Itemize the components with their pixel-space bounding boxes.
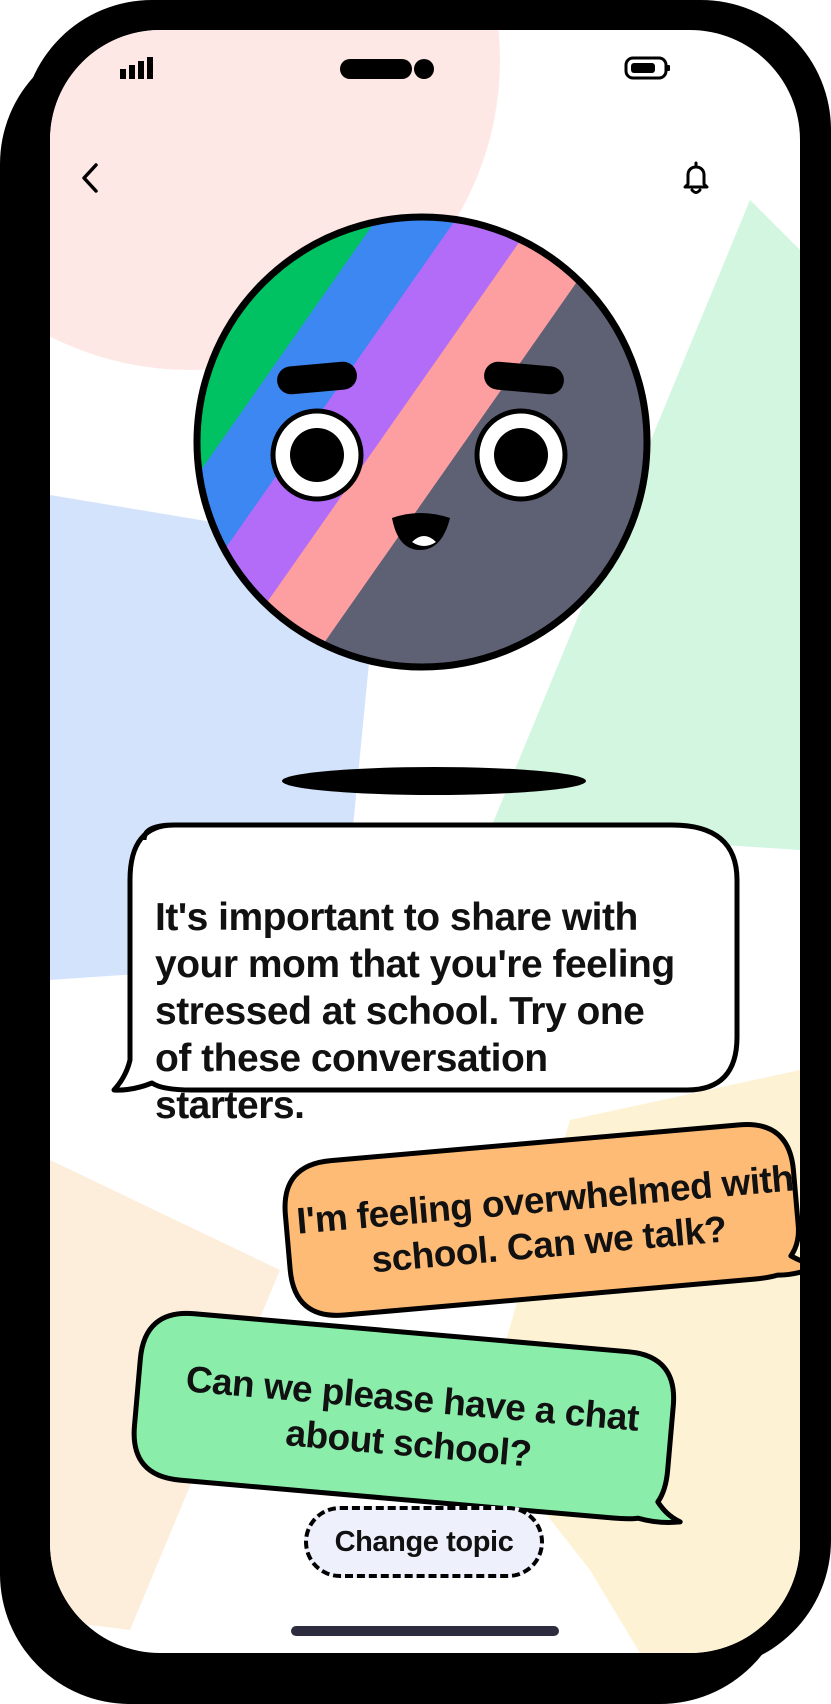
phone-screen: It's important to share with your mom th… <box>50 30 800 1653</box>
assistant-message: It's important to share with your mom th… <box>155 896 675 1127</box>
mascot-shadow <box>282 767 586 795</box>
change-topic-button[interactable]: Change topic <box>304 1506 544 1578</box>
bell-icon <box>683 161 709 194</box>
assistant-bubble <box>111 822 740 1093</box>
home-indicator <box>291 1626 559 1636</box>
